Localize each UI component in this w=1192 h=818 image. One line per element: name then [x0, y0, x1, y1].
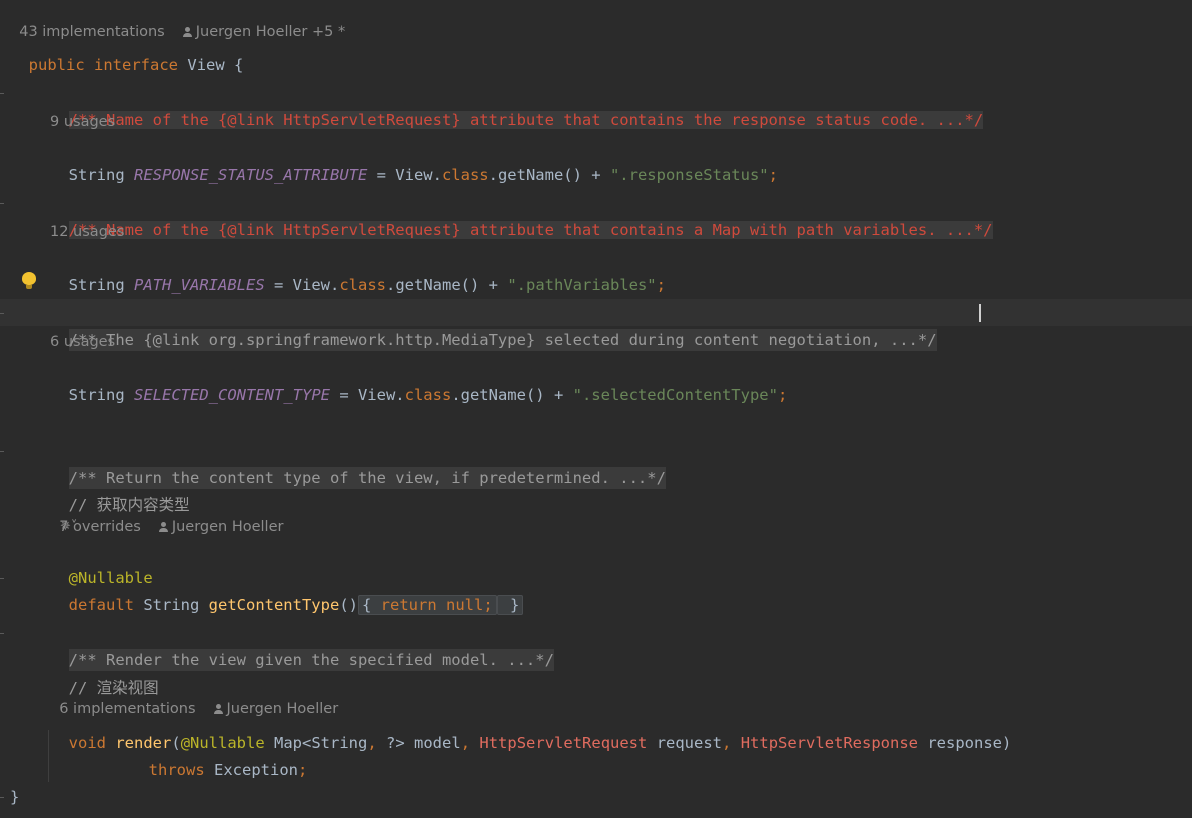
string-literal: ".responseStatus" [609, 166, 769, 184]
closing-brace[interactable]: } [10, 784, 19, 811]
interface-declaration[interactable]: public interface View { [10, 25, 244, 74]
constant-name: SELECTED_CONTENT_TYPE [134, 386, 330, 404]
keyword-return: return [380, 596, 437, 614]
type-name: String [68, 276, 125, 294]
text-caret [979, 304, 981, 322]
keyword-class: class [404, 386, 452, 404]
exception-type: Exception [204, 761, 298, 779]
doc-comment-text[interactable]: /** The {@link org.springframework.http.… [68, 329, 937, 351]
param-response: response) [918, 734, 1012, 752]
semicolon: ; [656, 276, 666, 294]
usages-hint[interactable]: 6 usages [50, 332, 115, 352]
semicolon: ; [483, 596, 493, 614]
assignment: = View. [329, 386, 405, 404]
method-call: .getName() + [451, 386, 573, 404]
doc-comment-folded[interactable]: /** Name of the {@link HttpServletReques… [50, 190, 993, 239]
comma: , [722, 734, 732, 752]
person-icon [158, 522, 168, 532]
type-name: String [68, 386, 125, 404]
keyword-interface: interface [94, 56, 179, 74]
line-comment[interactable]: // 获取内容类型 [50, 465, 190, 514]
ai-assistant-icon[interactable]: ✵˅ [60, 519, 77, 534]
fold-marker[interactable] [0, 633, 4, 634]
semicolon: ; [768, 166, 778, 184]
type-name: String [68, 166, 125, 184]
keyword-default: default [68, 596, 134, 614]
keyword-null: null [436, 596, 484, 614]
field-declaration[interactable]: String SELECTED_CONTENT_TYPE = View.clas… [50, 355, 788, 404]
doc-comment-text[interactable]: /** Name of the {@link HttpServletReques… [68, 221, 993, 239]
fold-marker[interactable] [0, 203, 4, 204]
folded-body[interactable]: { return null; [357, 595, 497, 615]
implementations-hint[interactable]: 6 implementations Juergen Hoeller [50, 679, 338, 717]
keyword-class: class [441, 166, 489, 184]
fold-marker[interactable] [0, 578, 4, 579]
string-literal: ".selectedContentType" [572, 386, 778, 404]
lightbulb-icon[interactable] [22, 272, 36, 290]
keyword-void: void [68, 734, 106, 752]
assignment: = View. [367, 166, 442, 184]
method-declaration[interactable]: void render(@Nullable Map<String, ?> mod… [50, 703, 1012, 752]
doc-comment-text[interactable]: /** Name of the {@link HttpServletReques… [68, 111, 984, 129]
usages-hint[interactable]: 9 usages [50, 112, 115, 132]
indent-guide [48, 730, 49, 782]
fold-marker[interactable] [0, 93, 4, 94]
implementations-hint[interactable]: 43 implementations Juergen Hoeller +5 * [10, 2, 345, 40]
field-declaration[interactable]: String PATH_VARIABLES = View.class.getNa… [50, 245, 666, 294]
constant-name: PATH_VARIABLES [134, 276, 265, 294]
string-literal: ".pathVariables" [507, 276, 657, 294]
param-request: request [647, 734, 723, 752]
throws-clause[interactable]: throws Exception; [130, 730, 308, 779]
return-type: String [134, 596, 209, 614]
parameter-list: () [339, 596, 358, 614]
overrides-hint[interactable]: 7 overrides Juergen Hoeller [50, 497, 283, 535]
line-comment[interactable]: // 渲染视图 [50, 648, 159, 697]
doc-comment-folded[interactable]: /** Return the content type of the view,… [50, 438, 666, 489]
usages-hint[interactable]: 12 usages [50, 222, 124, 242]
semicolon: ; [298, 761, 308, 779]
method-declaration[interactable]: default String getContentType(){ return … [50, 565, 524, 615]
author-hint[interactable]: Juergen Hoeller [172, 519, 284, 535]
field-declaration[interactable]: String RESPONSE_STATUS_ATTRIBUTE = View.… [50, 135, 778, 184]
comma: , [460, 734, 471, 752]
fold-marker[interactable] [0, 313, 4, 314]
method-call: .getName() + [386, 276, 508, 294]
comma: , [367, 734, 377, 752]
constant-name: RESPONSE_STATUS_ATTRIBUTE [134, 166, 368, 184]
assignment: = View. [264, 276, 340, 294]
interface-name: View { [187, 56, 244, 74]
param-type-response: HttpServletResponse [740, 734, 919, 752]
brace-close[interactable]: } [496, 595, 524, 615]
keyword-public: public [28, 56, 85, 74]
param-model: ?> model [376, 734, 461, 752]
method-name: getContentType [208, 596, 340, 614]
param-type-request: HttpServletRequest [479, 734, 648, 752]
doc-comment-folded[interactable]: /** Name of the {@link HttpServletReques… [50, 80, 984, 129]
fold-marker[interactable] [0, 797, 4, 798]
doc-comment-folded[interactable]: /** Render the view given the specified … [50, 620, 554, 671]
fold-marker[interactable] [0, 451, 4, 452]
semicolon: ; [777, 386, 788, 404]
keyword-throws: throws [148, 761, 205, 779]
keyword-class: class [339, 276, 386, 294]
doc-comment-folded[interactable]: /** The {@link org.springframework.http.… [50, 300, 937, 351]
method-call: .getName() + [488, 166, 610, 184]
brace-open: { [361, 596, 381, 614]
annotation-line[interactable]: @Nullable [50, 538, 153, 587]
